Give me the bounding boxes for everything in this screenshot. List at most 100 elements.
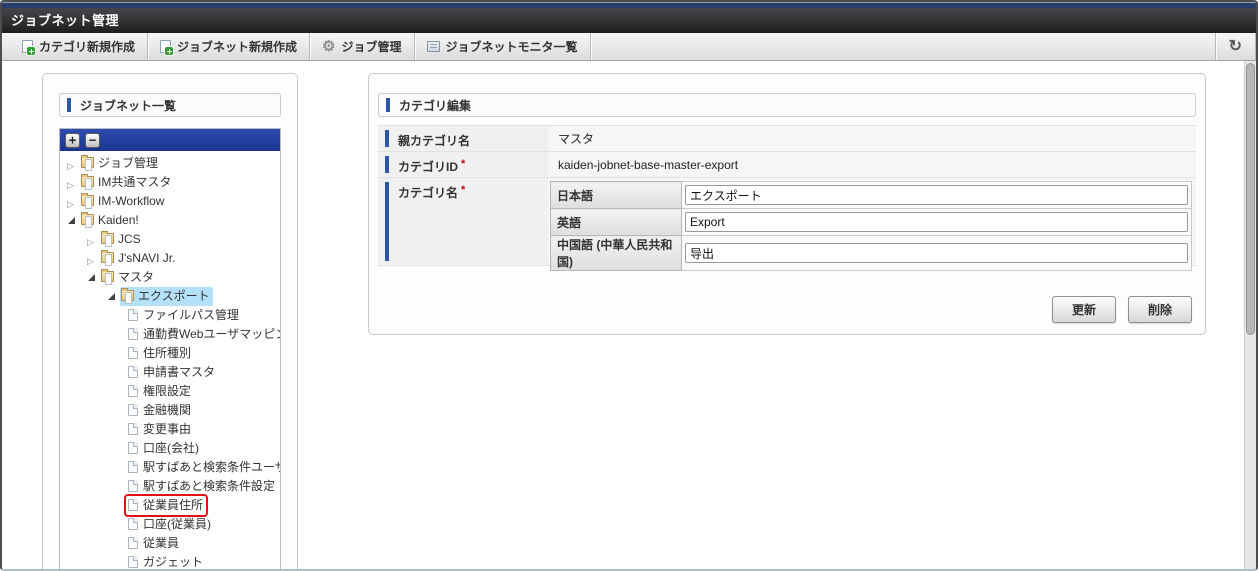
new-jobnet-button[interactable]: ジョブネット新規作成 bbox=[148, 33, 309, 60]
tree-node[interactable]: J'sNAVI Jr. bbox=[100, 249, 178, 268]
tree-node[interactable]: 口座(従業員) bbox=[126, 515, 214, 534]
tree-node[interactable]: ファイルパス管理 bbox=[126, 306, 242, 325]
tree-node[interactable]: 駅すぱあと検索条件ユーザ bbox=[126, 458, 280, 477]
tree-node[interactable]: 変更事由 bbox=[126, 420, 194, 439]
jobnet-list-header: ジョブネット一覧 bbox=[59, 93, 281, 117]
file-icon bbox=[128, 479, 138, 492]
parent-category-value: マスタ bbox=[558, 132, 595, 146]
tree-node[interactable]: 口座(会社) bbox=[126, 439, 202, 458]
tree-item: 口座(従業員) bbox=[60, 515, 280, 534]
toolbar-separator bbox=[1255, 33, 1256, 60]
delete-button[interactable]: 削除 bbox=[1128, 296, 1192, 323]
tree-node-highlighted[interactable]: 従業員住所 bbox=[123, 494, 209, 517]
category-name-english-input[interactable] bbox=[685, 212, 1188, 232]
category-name-japanese-input[interactable] bbox=[685, 185, 1188, 205]
tree-item-label[interactable]: J'sNAVI Jr. bbox=[118, 251, 175, 265]
collapse-all-button[interactable]: − bbox=[85, 132, 100, 148]
tree-item-label[interactable]: 通勤費Webユーザマッピン bbox=[143, 327, 280, 341]
tree-item-label[interactable]: 金融機関 bbox=[143, 403, 191, 417]
tree-node[interactable]: JCS bbox=[100, 230, 144, 249]
tree-item: ファイルパス管理 bbox=[60, 306, 280, 325]
tree-node[interactable]: IM共通マスタ bbox=[80, 173, 174, 192]
new-category-button[interactable]: カテゴリ新規作成 bbox=[10, 33, 147, 60]
file-icon bbox=[128, 346, 138, 359]
expand-all-button[interactable]: + bbox=[65, 132, 80, 148]
tree-item-label[interactable]: 駅すぱあと検索条件設定 bbox=[143, 479, 275, 493]
category-edit-header: カテゴリ編集 bbox=[378, 93, 1196, 117]
tree-item-label[interactable]: JCS bbox=[118, 232, 141, 246]
tree-item-label[interactable]: 従業員 bbox=[143, 536, 179, 550]
category-name-label-cell: カテゴリ名 * bbox=[378, 178, 548, 265]
tree-item: マスタ bbox=[60, 268, 280, 287]
tree-item-label[interactable]: 申請書マスタ bbox=[143, 365, 215, 379]
tree-node[interactable]: IM-Workflow bbox=[80, 192, 167, 211]
tree-item-label[interactable]: マスタ bbox=[118, 270, 154, 284]
i18n-name-table: 日本語 英語 中国語 (中華人民共和国) bbox=[550, 181, 1192, 271]
file-icon bbox=[128, 441, 138, 454]
tree-node[interactable]: ガジェット bbox=[126, 553, 206, 569]
expander-closed-icon[interactable] bbox=[66, 195, 80, 214]
tree-item-label[interactable]: ジョブ管理 bbox=[98, 156, 158, 170]
tree-item-label[interactable]: IM共通マスタ bbox=[98, 175, 171, 189]
expander-closed-icon[interactable] bbox=[86, 233, 100, 252]
tree-item-label[interactable]: 住所種別 bbox=[143, 346, 191, 360]
expander-open-icon[interactable] bbox=[106, 290, 120, 304]
row-accent-bar bbox=[385, 156, 389, 173]
update-button[interactable]: 更新 bbox=[1052, 296, 1116, 323]
file-icon bbox=[128, 422, 138, 435]
tree-item: IM共通マスタ bbox=[60, 173, 280, 195]
folder-icon bbox=[101, 250, 114, 267]
expander-open-icon[interactable] bbox=[66, 214, 80, 228]
tree-item-label[interactable]: 従業員住所 bbox=[143, 498, 203, 512]
tree-node[interactable]: 権限設定 bbox=[126, 382, 194, 401]
file-icon bbox=[128, 517, 138, 530]
tree-item-label[interactable]: IM-Workflow bbox=[98, 194, 164, 208]
tree-item: ガジェット bbox=[60, 553, 280, 569]
job-management-button[interactable]: ジョブ管理 bbox=[310, 33, 413, 60]
tree-node[interactable]: 従業員 bbox=[126, 534, 182, 553]
tree-item-label[interactable]: 変更事由 bbox=[143, 422, 191, 436]
jobnet-tree: + − ジョブ管理 IM共通マスタ IM-Workflow Kaiden! JCS J's… bbox=[59, 128, 281, 569]
app-title: ジョブネット管理 bbox=[11, 13, 120, 28]
refresh-button[interactable] bbox=[1216, 33, 1255, 60]
tree-item-label[interactable]: Kaiden! bbox=[98, 213, 139, 227]
tree-toolbar: + − bbox=[60, 129, 280, 151]
gear-icon bbox=[322, 39, 335, 54]
category-id-label: カテゴリID bbox=[398, 160, 459, 174]
jobnet-monitor-list-button[interactable]: ジョブネットモニタ一覧 bbox=[415, 33, 590, 60]
expander-closed-icon[interactable] bbox=[66, 176, 80, 195]
tree-node[interactable]: 駅すぱあと検索条件設定 bbox=[126, 477, 278, 496]
tree-node[interactable]: 通勤費Webユーザマッピン bbox=[126, 325, 280, 344]
i18n-row-english: 英語 bbox=[550, 208, 1192, 236]
expander-closed-icon[interactable] bbox=[66, 157, 80, 176]
tree-item-label[interactable]: ファイルパス管理 bbox=[143, 308, 239, 322]
tree-node[interactable]: Kaiden! bbox=[80, 211, 142, 230]
jobnet-list-title: ジョブネット一覧 bbox=[80, 98, 177, 113]
tree-item-label[interactable]: 口座(従業員) bbox=[143, 517, 211, 531]
tree-item-label[interactable]: 駅すぱあと検索条件ユーザ bbox=[143, 460, 280, 474]
tree-item-label[interactable]: 権限設定 bbox=[143, 384, 191, 398]
category-name-value-cell: 日本語 英語 中国語 (中華人民共和国) bbox=[548, 178, 1196, 271]
tree-item-label[interactable]: 口座(会社) bbox=[143, 441, 199, 455]
tree-node-selected[interactable]: エクスポート bbox=[120, 287, 213, 306]
refresh-icon bbox=[1229, 39, 1242, 55]
tree-item: 口座(会社) bbox=[60, 439, 280, 458]
category-name-chinese-input[interactable] bbox=[685, 243, 1188, 263]
tree-node[interactable]: 金融機関 bbox=[126, 401, 194, 420]
lang-label-english: 英語 bbox=[550, 208, 682, 236]
required-mark: * bbox=[461, 184, 466, 196]
scrollbar-thumb[interactable] bbox=[1246, 63, 1255, 335]
tree-item-label[interactable]: エクスポート bbox=[138, 289, 210, 303]
vertical-scrollbar[interactable] bbox=[1244, 61, 1256, 569]
i18n-row-japanese: 日本語 bbox=[550, 181, 1192, 209]
tree-node[interactable]: ジョブ管理 bbox=[80, 154, 161, 173]
tree-node[interactable]: 住所種別 bbox=[126, 344, 194, 363]
tree-item-label[interactable]: ガジェット bbox=[143, 555, 203, 569]
expander-open-icon[interactable] bbox=[86, 271, 100, 285]
lang-label-japanese: 日本語 bbox=[550, 181, 682, 209]
tree-node[interactable]: マスタ bbox=[100, 268, 157, 287]
category-name-label: カテゴリ名 bbox=[398, 186, 459, 200]
expander-closed-icon[interactable] bbox=[86, 252, 100, 271]
tree-item: J'sNAVI Jr. bbox=[60, 249, 280, 271]
tree-node[interactable]: 申請書マスタ bbox=[126, 363, 218, 382]
